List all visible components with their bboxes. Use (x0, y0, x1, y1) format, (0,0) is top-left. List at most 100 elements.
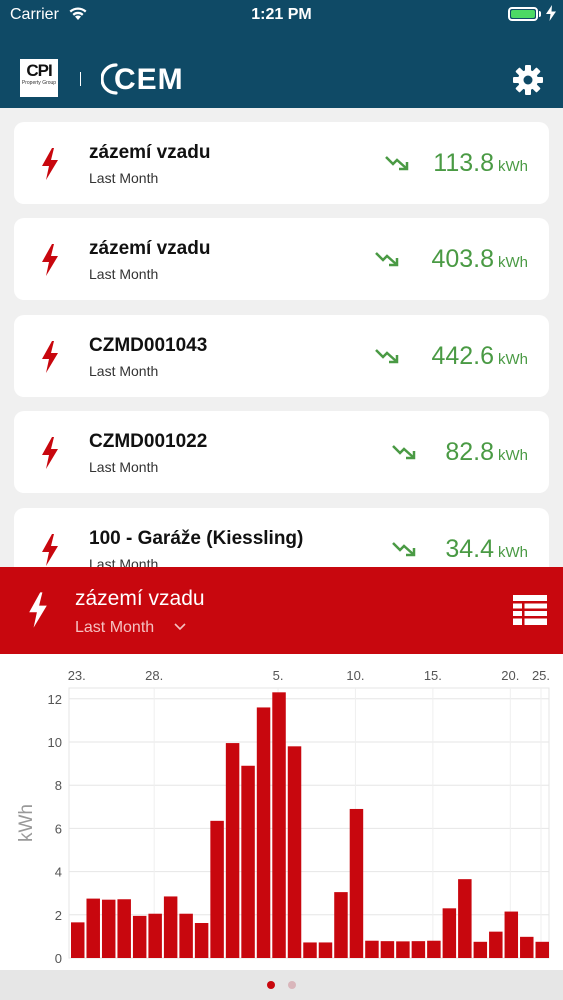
chart-bar (225, 743, 240, 958)
battery-icon (508, 7, 538, 21)
chart-bar (86, 898, 100, 958)
trend-down-icon (392, 542, 416, 557)
chart-bar (427, 940, 441, 958)
y-tick-label: 0 (55, 951, 62, 966)
meter-value-number: 82.8 (445, 438, 494, 466)
meter-value-unit: kWh (498, 254, 528, 271)
y-tick-label: 6 (55, 821, 62, 836)
chart-bar (194, 923, 209, 958)
chart-bar (349, 808, 364, 958)
chevron-down-icon[interactable] (174, 623, 186, 631)
cem-logo: CEM (114, 63, 184, 96)
trend-down-icon (375, 252, 399, 267)
meter-name: CZMD001043 (89, 335, 208, 356)
electricity-icon (42, 341, 58, 373)
y-axis-label: kWh (16, 804, 37, 842)
trend-down-icon (392, 445, 416, 460)
meter-value-number: 113.8 (433, 149, 494, 177)
chart-bar (132, 915, 147, 958)
electricity-icon (42, 148, 58, 180)
period-selector[interactable]: Last Month (75, 619, 154, 637)
cpi-logo-text: CPI (26, 61, 52, 80)
chart-bar (256, 707, 271, 958)
page-dot[interactable] (288, 981, 296, 989)
chart-bar (318, 942, 333, 958)
cpi-logo-subtext: Property Group (21, 80, 57, 86)
app-header: CPI Property Group (0, 30, 563, 108)
chart-bar (489, 931, 503, 958)
x-tick-label: 15. (424, 668, 442, 683)
logo-divider (80, 72, 81, 86)
meter-value: 442.6 kWh (431, 342, 528, 371)
meter-period: Last Month (89, 170, 159, 186)
chart-bar (287, 746, 302, 958)
chart-bar (303, 942, 317, 958)
meter-name: zázemí vzadu (89, 238, 211, 259)
electricity-icon (42, 437, 58, 469)
chart-bar (365, 940, 379, 958)
chart-bar (520, 936, 534, 958)
electricity-icon (42, 244, 58, 276)
list-view-icon[interactable] (513, 595, 547, 625)
meter-period: Last Month (89, 459, 159, 475)
chart-bar (334, 892, 348, 958)
meter-card[interactable]: CZMD001043 Last Month 442.6 kWh (14, 315, 549, 397)
meter-value-unit: kWh (498, 158, 528, 175)
chart-bar (458, 879, 472, 958)
meter-period: Last Month (89, 266, 159, 282)
y-tick-label: 4 (55, 865, 62, 880)
meter-card[interactable]: zázemí vzadu Last Month 113.8 kWh (14, 122, 549, 204)
y-tick-label: 2 (55, 908, 62, 923)
meter-value-number: 34.4 (445, 535, 494, 563)
clock: 1:21 PM (251, 6, 312, 23)
chart-bar (396, 941, 410, 958)
chart-bar (442, 908, 457, 958)
meter-value-number: 442.6 (431, 342, 494, 370)
page-dot-active[interactable] (267, 981, 275, 989)
meter-name: zázemí vzadu (89, 142, 211, 163)
electricity-icon (42, 534, 58, 566)
meter-value-unit: kWh (498, 351, 528, 368)
chart-bar (504, 911, 519, 958)
chart-bar (241, 765, 255, 958)
y-tick-label: 12 (48, 692, 62, 707)
meter-value: 403.8 kWh (431, 245, 528, 274)
x-tick-label: 10. (346, 668, 364, 683)
bar-chart: 0 2 4 6 8 10 12 23. 28. 5. 10. 15. 20. 25. kWh (16, 668, 550, 966)
chart-bar (117, 899, 131, 958)
y-tick-label: 8 (55, 778, 62, 793)
chart-bar (473, 941, 488, 958)
meter-value: 34.4 kWh (445, 535, 528, 564)
meter-name: 100 - Garáže (Kiessling) (89, 528, 304, 549)
x-tick-label: 25. (532, 668, 550, 683)
chart-bar (411, 941, 426, 958)
y-tick-label: 10 (48, 735, 62, 750)
consumption-chart: 0 2 4 6 8 10 12 23. 28. 5. 10. 15. 20. 25. kWh (0, 654, 563, 970)
page-indicator (0, 970, 563, 1000)
x-tick-label: 5. (273, 668, 284, 683)
meter-card[interactable]: CZMD001022 Last Month 82.8 kWh (14, 411, 549, 493)
status-bar: Carrier 1:21 PM (0, 0, 563, 30)
meter-value: 113.8 kWh (433, 149, 528, 178)
charging-icon (546, 5, 556, 21)
trend-down-icon (385, 156, 409, 171)
detail-panel-header[interactable]: zázemí vzadu Last Month (0, 567, 563, 654)
meter-value-number: 403.8 (431, 245, 494, 273)
chart-bar (535, 941, 549, 958)
chart-bar (148, 913, 162, 958)
gear-icon[interactable] (512, 64, 544, 96)
x-tick-label: 23. (68, 668, 86, 683)
meter-period: Last Month (89, 363, 159, 379)
chart-bar (210, 820, 224, 958)
meter-name: CZMD001022 (89, 431, 208, 452)
cpi-logo: CPI Property Group (20, 59, 58, 97)
chart-bar (272, 692, 286, 958)
x-tick-label: 20. (501, 668, 519, 683)
meter-value-unit: kWh (498, 544, 528, 561)
electricity-icon (29, 592, 47, 628)
x-tick-label: 28. (145, 668, 163, 683)
meter-card[interactable]: zázemí vzadu Last Month 403.8 kWh (14, 218, 549, 300)
chart-bar (179, 913, 193, 958)
meter-value-unit: kWh (498, 447, 528, 464)
trend-down-icon (375, 349, 399, 364)
